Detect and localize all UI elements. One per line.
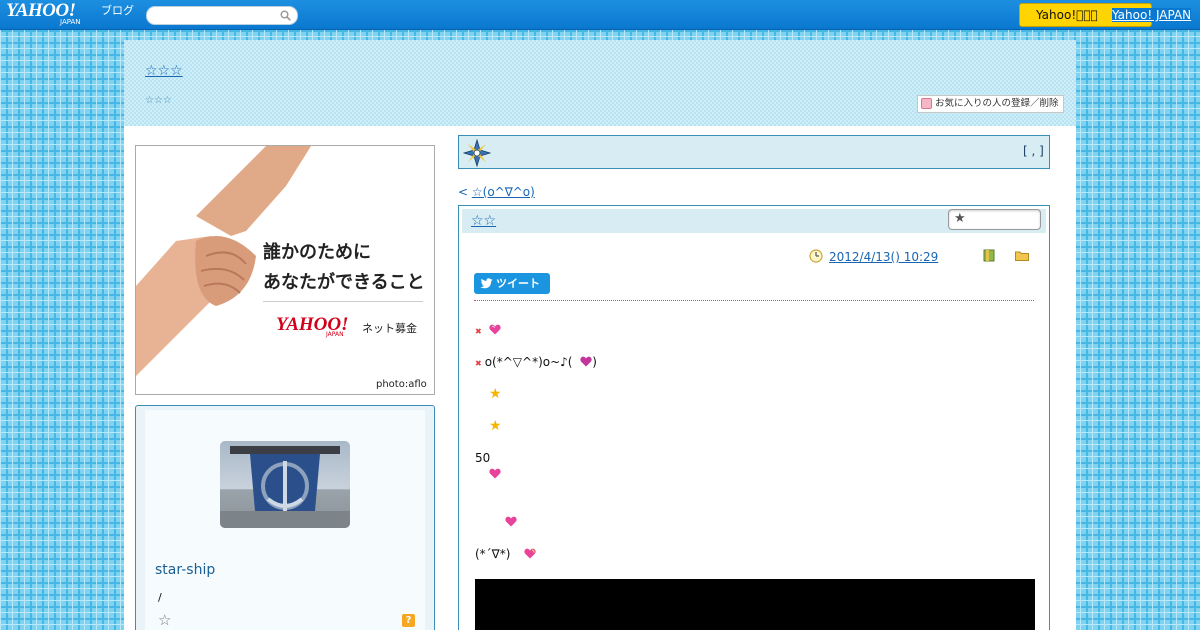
book-icon[interactable] bbox=[983, 249, 995, 262]
video-embed[interactable] bbox=[475, 579, 1035, 630]
clock-icon bbox=[809, 249, 823, 263]
category-brackets: [ , ] bbox=[1023, 144, 1044, 158]
winged-heart-icon bbox=[580, 356, 592, 367]
star-icon[interactable]: ☆ bbox=[158, 611, 171, 629]
ad-yahoo-logo-sub: JAPAN bbox=[326, 331, 344, 338]
ad-tagline: ネット募金 bbox=[362, 322, 417, 335]
main-content: 誰かのために あなたができること YAHOO! JAPAN ネット募金 phot… bbox=[124, 126, 1076, 630]
bullet-icon: ✖ bbox=[475, 359, 482, 368]
post-header: ☆☆ ★ bbox=[462, 209, 1046, 233]
heart-icon bbox=[921, 98, 932, 109]
post-line-3: ★ bbox=[489, 386, 502, 402]
post-line-6 bbox=[485, 467, 501, 481]
post-date[interactable]: 2012/4/13() 10:29 bbox=[829, 250, 938, 264]
ad-divider bbox=[263, 301, 423, 302]
folder-icon[interactable] bbox=[1015, 250, 1029, 261]
bullet-icon: ✖ bbox=[475, 327, 482, 336]
profile-slash: / bbox=[158, 591, 162, 604]
post-line-1: ✖ bbox=[475, 323, 501, 337]
top-bar: YAHOO! JAPAN ブログ Yahoo!􀀀􀀀􀀀 Yahoo! JAPAN bbox=[0, 0, 1200, 30]
tweet-button[interactable]: ツイート bbox=[474, 273, 550, 294]
search-input[interactable] bbox=[146, 6, 298, 25]
profile-name[interactable]: star-ship bbox=[155, 562, 215, 578]
post-box: ☆☆ ★ 2012/4/13() 10:29 ツイート ✖ ✖ o(*^▽^*)… bbox=[458, 205, 1050, 630]
previous-arrow: < bbox=[458, 185, 472, 199]
ad-photo-credit: photo:aflo bbox=[376, 379, 427, 390]
ad-headline-1: 誰かのために bbox=[263, 242, 371, 263]
star-icon: ★ bbox=[954, 211, 966, 226]
ad-headline-2: あなたができること bbox=[263, 272, 425, 293]
ad-headline: 誰かのために あなたができること bbox=[263, 238, 425, 298]
heart-icon bbox=[489, 468, 501, 479]
star-icon: ★ bbox=[489, 386, 502, 402]
twitter-bird-icon bbox=[480, 278, 493, 289]
post-line-text: 50 bbox=[475, 451, 491, 465]
blog-title[interactable]: ☆☆☆ bbox=[145, 63, 183, 79]
favorite-register-label: お気に入りの人の登録／削除 bbox=[935, 98, 1059, 109]
favorite-star-button[interactable]: ★ bbox=[948, 209, 1041, 230]
post-line-5: 50 bbox=[475, 451, 490, 465]
blog-subtitle: ☆☆☆ bbox=[145, 95, 172, 106]
compass-star-icon bbox=[463, 139, 491, 167]
post-title[interactable]: ☆☆ bbox=[471, 213, 496, 229]
heart-icon bbox=[505, 516, 517, 527]
blog-header: ☆☆☆ ☆☆☆ お気に入りの人の登録／削除 bbox=[124, 40, 1076, 126]
profile-photo[interactable] bbox=[220, 441, 350, 528]
favorite-register-button[interactable]: お気に入りの人の登録／削除 bbox=[917, 95, 1064, 113]
search-icon[interactable] bbox=[280, 10, 291, 21]
tweet-label: ツイート bbox=[496, 277, 540, 290]
post-divider bbox=[474, 300, 1034, 301]
post-line-7 bbox=[501, 515, 517, 529]
profile-inner: star-ship / ☆ ? bbox=[145, 410, 425, 630]
post-line-2: ✖ o(*^▽^*)o~♪( ) bbox=[475, 355, 597, 369]
yahoo-logo-sub: JAPAN bbox=[60, 18, 81, 26]
heart-icon bbox=[524, 548, 537, 559]
help-icon[interactable]: ? bbox=[402, 614, 415, 627]
post-line-text: (*´∇*) bbox=[475, 547, 511, 561]
post-line-suffix: ) bbox=[592, 355, 597, 369]
blog-service-label[interactable]: ブログ bbox=[101, 5, 134, 17]
previous-post-title[interactable]: ☆(o^∇^o) bbox=[472, 185, 535, 199]
yahoo-japan-link[interactable]: Yahoo! JAPAN bbox=[1112, 8, 1192, 22]
anchor-icon bbox=[220, 446, 350, 528]
heart-icon bbox=[489, 324, 501, 335]
profile-box: star-ship / ☆ ? bbox=[135, 405, 435, 630]
post-line-text: o(*^▽^*)o~♪( bbox=[484, 355, 577, 369]
post-line-8: (*´∇*) bbox=[475, 547, 537, 561]
post-line-4: ★ bbox=[489, 418, 502, 434]
star-icon: ★ bbox=[489, 418, 502, 434]
previous-post-link[interactable]: < ☆(o^∇^o) bbox=[458, 185, 535, 199]
ad-banner[interactable]: 誰かのために あなたができること YAHOO! JAPAN ネット募金 phot… bbox=[135, 145, 435, 395]
category-bar: [ , ] bbox=[458, 135, 1050, 169]
